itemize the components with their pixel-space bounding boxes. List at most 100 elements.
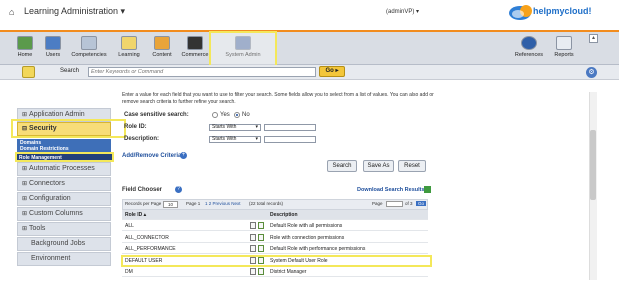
toolbar-reports-button[interactable]: Reports xyxy=(550,34,578,64)
content-icon xyxy=(154,36,170,50)
chevron-down-icon: ▾ xyxy=(255,136,258,142)
copy-icon[interactable] xyxy=(258,245,264,252)
subnav-role-management[interactable]: Role Management xyxy=(15,152,114,162)
table-row[interactable]: DM District Manager xyxy=(122,267,428,277)
sidebar-item-label: Application Admin xyxy=(29,111,85,118)
home-icon[interactable]: ⌂ xyxy=(9,7,14,17)
info-icon xyxy=(521,36,537,50)
role-id-operator-select[interactable]: Starts With ▾ xyxy=(209,124,261,131)
total-records: (22 total records) xyxy=(249,201,284,206)
role-id-input[interactable] xyxy=(264,124,316,131)
users-icon xyxy=(45,36,61,50)
edit-icon[interactable] xyxy=(250,268,256,275)
search-button[interactable]: Search xyxy=(327,160,357,172)
column-role-id[interactable]: Role ID ▴ xyxy=(125,212,146,218)
copy-icon[interactable] xyxy=(258,222,264,229)
role-id-cell: ALL xyxy=(125,223,134,229)
description-cell: Default Role with all permissions xyxy=(270,223,343,229)
help-icon[interactable]: ? xyxy=(175,186,182,193)
search-label: Search xyxy=(60,68,80,74)
edit-icon[interactable] xyxy=(250,245,256,252)
records-per-page-select[interactable]: 10 xyxy=(163,201,179,208)
copy-icon[interactable] xyxy=(258,234,264,241)
page: ⌂ Learning Administration ▾ (adminVP) ▾ … xyxy=(0,0,619,282)
sidebar-item-background-jobs[interactable]: Background Jobs xyxy=(17,237,111,251)
add-remove-criteria-link[interactable]: Add/Remove Criteria xyxy=(122,153,181,159)
collapse-toolbar-button[interactable]: ▴ xyxy=(589,34,598,43)
edit-icon[interactable] xyxy=(250,222,256,229)
expand-icon: ⊞ xyxy=(22,226,28,232)
role-id-cell: ALL_PERFORMANCE xyxy=(125,246,176,252)
column-description[interactable]: Description xyxy=(270,212,298,218)
toolbar-reports-label: Reports xyxy=(554,52,574,58)
page-number-input[interactable] xyxy=(386,201,403,207)
search-input[interactable] xyxy=(88,67,316,77)
security-highlight xyxy=(11,119,126,138)
app-title-menu[interactable]: Learning Administration ▾ xyxy=(24,6,125,17)
description-cell: District Manager xyxy=(270,269,307,275)
sidebar-item-label: Configuration xyxy=(29,195,71,202)
copy-icon[interactable] xyxy=(258,268,264,275)
toolbar-competencies-button[interactable]: Competencies xyxy=(66,34,112,64)
add-circle-icon[interactable]: + xyxy=(180,152,187,159)
case-yes-radio[interactable] xyxy=(212,112,218,118)
toolbar-competencies-label: Competencies xyxy=(71,52,107,58)
toolbar-learning-label: Learning xyxy=(118,52,140,58)
toolbar-commerce-button[interactable]: Commerce xyxy=(180,34,210,64)
table-row[interactable]: ALL_PERFORMANCE Default Role with perfor… xyxy=(122,244,428,254)
description-input[interactable] xyxy=(264,136,316,143)
expand-icon: ⊞ xyxy=(22,196,28,202)
excel-icon[interactable] xyxy=(424,186,431,193)
page-navigation[interactable]: 1 2 Previous Next xyxy=(205,201,241,206)
sidebar-item-label: Automatic Processes xyxy=(29,165,95,172)
main-toolbar: Home Users Competencies Learning Content… xyxy=(0,32,619,65)
download-results-link[interactable]: Download Search Results xyxy=(357,187,425,193)
field-chooser-link[interactable]: Field Chooser xyxy=(122,187,162,193)
records-per-page-label: Records per Page xyxy=(125,201,162,206)
description-cell: Default Role with performance permission… xyxy=(270,246,366,252)
expand-icon: ⊞ xyxy=(22,181,28,187)
save-as-button[interactable]: Save As xyxy=(363,160,394,172)
table-row[interactable]: ALL_CONNECTOR Role with connection permi… xyxy=(122,233,428,243)
competencies-icon xyxy=(81,36,97,50)
reset-button[interactable]: Reset xyxy=(398,160,426,172)
toolbar-users-button[interactable]: Users xyxy=(40,34,66,64)
toolbar-references-button[interactable]: References xyxy=(512,34,546,64)
toolbar-content-button[interactable]: Content xyxy=(148,34,176,64)
toolbar-home-button[interactable]: Home xyxy=(14,34,36,64)
sidebar-item-custom-columns[interactable]: ⊞ Custom Columns xyxy=(17,207,111,221)
case-no-label: No xyxy=(242,112,250,118)
search-home-icon[interactable] xyxy=(22,66,35,78)
table-row[interactable]: ALL Default Role with all permissions xyxy=(122,221,428,231)
sidebar-item-label: Custom Columns xyxy=(29,210,83,217)
edit-icon[interactable] xyxy=(250,234,256,241)
page-go-button[interactable]: Go xyxy=(416,201,427,206)
description-cell: Role with connection permissions xyxy=(270,235,345,241)
default-user-highlight xyxy=(121,255,432,267)
sidebar-item-environment[interactable]: Environment xyxy=(17,252,111,266)
scrollbar-thumb[interactable] xyxy=(590,130,596,200)
user-menu[interactable]: (adminVP) ▾ xyxy=(386,8,419,15)
sidebar-item-connectors[interactable]: ⊞ Connectors xyxy=(17,177,111,191)
system-admin-highlight xyxy=(209,31,277,67)
go-button[interactable]: Go ▸ xyxy=(319,66,345,77)
sidebar-item-label: Tools xyxy=(29,225,46,232)
sidebar-item-label: Connectors xyxy=(29,180,65,187)
expand-icon: ⊞ xyxy=(22,211,28,217)
role-id-label: Role ID: xyxy=(124,124,147,130)
sidebar-item-tools[interactable]: ⊞ Tools xyxy=(17,222,111,236)
case-no-radio[interactable] xyxy=(234,112,240,118)
sidebar-item-configuration[interactable]: ⊞ Configuration xyxy=(17,192,111,206)
description-operator-select[interactable]: Starts With ▾ xyxy=(209,136,261,143)
toolbar-commerce-label: Commerce xyxy=(181,52,209,58)
sidebar-item-automatic-processes[interactable]: ⊞ Automatic Processes xyxy=(17,162,111,176)
toolbar-users-label: Users xyxy=(45,52,61,58)
logo-text: helpmycloud! xyxy=(533,6,592,16)
chevron-down-icon: ▾ xyxy=(255,124,258,130)
toolbar-learning-button[interactable]: Learning xyxy=(114,34,144,64)
page-of-label: of 3 xyxy=(405,201,413,206)
home-icon xyxy=(17,36,33,50)
subnav-role-management-label: Role Management xyxy=(19,155,62,161)
learning-icon xyxy=(121,36,137,50)
search-settings-icon[interactable]: ⚙ xyxy=(586,67,597,78)
